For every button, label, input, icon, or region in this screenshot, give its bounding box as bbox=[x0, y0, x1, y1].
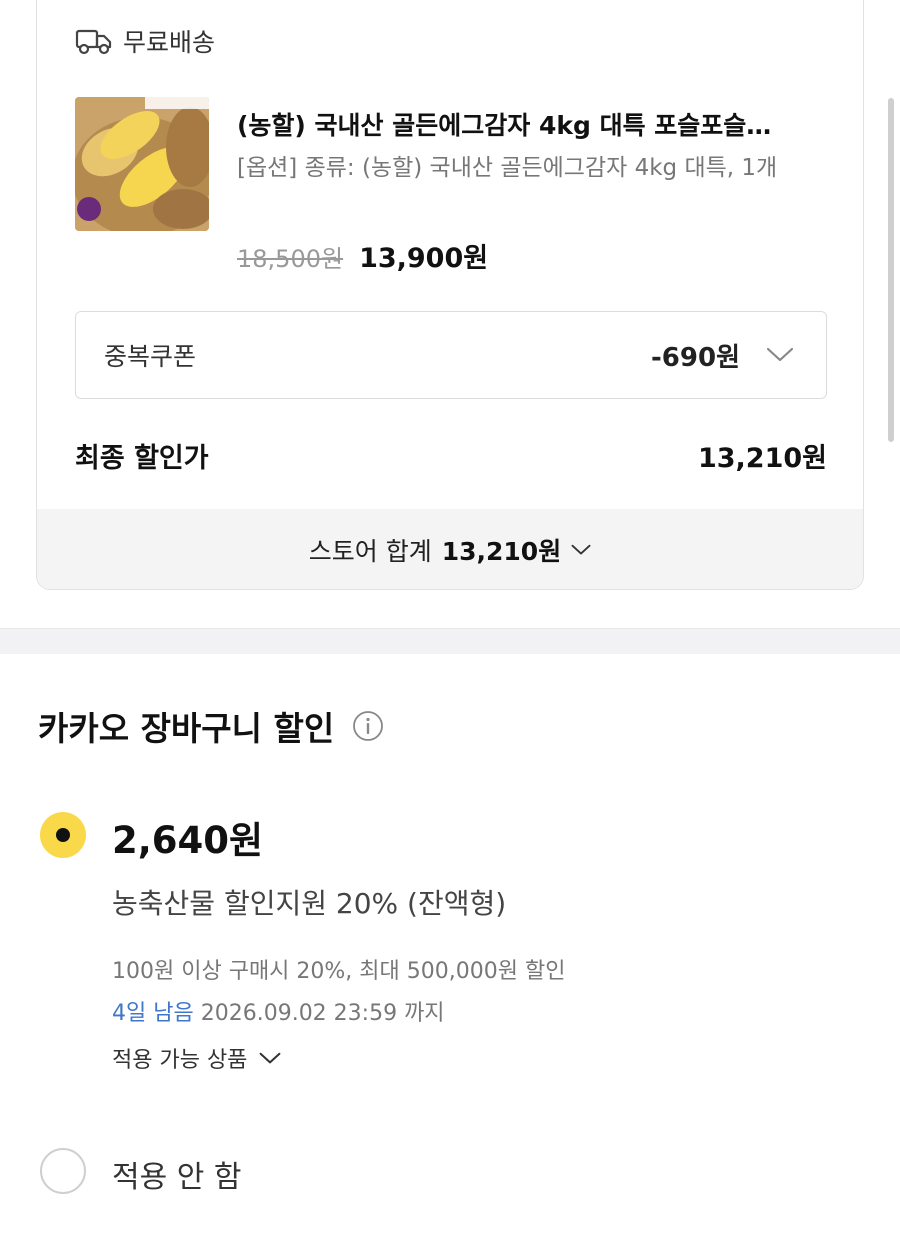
chevron-down-icon bbox=[571, 544, 591, 555]
shipping-label: 무료배송 bbox=[123, 28, 216, 57]
truck-icon bbox=[75, 29, 112, 55]
coupon-value: -690원 bbox=[651, 342, 740, 373]
discount-amount: 2,640원 bbox=[112, 819, 264, 862]
no-apply-label: 적용 안 함 bbox=[112, 1160, 242, 1195]
store-total-toggle[interactable]: 스토어 합계 13,210원 bbox=[37, 509, 863, 589]
kakao-discount-header: 카카오 장바구니 할인 bbox=[38, 702, 384, 750]
radio-dot bbox=[56, 828, 70, 842]
sale-price: 13,900원 bbox=[359, 243, 489, 274]
original-price: 18,500원 bbox=[237, 245, 344, 273]
duplicate-coupon-select[interactable]: 중복쿠폰 -690원 bbox=[75, 311, 827, 399]
radio-unselected[interactable] bbox=[40, 1148, 86, 1194]
shipping-info: 무료배송 bbox=[75, 23, 215, 59]
remaining-days: 4일 남음 bbox=[112, 1001, 194, 1026]
chevron-down-icon bbox=[766, 347, 794, 362]
product-image[interactable] bbox=[75, 97, 209, 231]
store-total-label: 스토어 합계 bbox=[308, 537, 432, 566]
product-option: [옵션] 종류: (농할) 국내산 골든에그감자 4kg 대특, 1개 bbox=[237, 155, 778, 181]
expiry-date: 2026.09.02 23:59 까지 bbox=[200, 1001, 445, 1026]
coupon-label: 중복쿠폰 bbox=[104, 342, 197, 371]
kakao-discount-title: 카카오 장바구니 할인 bbox=[38, 709, 335, 748]
final-price-row: 최종 할인가 13,210원 bbox=[75, 436, 827, 475]
final-price-label: 최종 할인가 bbox=[75, 443, 209, 474]
chevron-down-icon bbox=[259, 1052, 281, 1063]
section-divider bbox=[0, 628, 900, 654]
discount-name: 농축산물 할인지원 20% (잔액형) bbox=[112, 887, 507, 920]
potato-product-image bbox=[75, 97, 209, 231]
info-icon[interactable] bbox=[352, 710, 384, 742]
discount-condition: 100원 이상 구매시 20%, 최대 500,000원 할인 bbox=[112, 959, 566, 984]
scrollbar[interactable] bbox=[888, 98, 894, 442]
applicable-products-toggle[interactable]: 적용 가능 상품 bbox=[112, 1042, 281, 1074]
radio-selected[interactable] bbox=[40, 812, 86, 858]
price-row: 18,500원 13,900원 bbox=[237, 236, 488, 275]
product-title[interactable]: (농할) 국내산 골든에그감자 4kg 대특 포슬포슬… bbox=[237, 106, 837, 142]
store-total-value: 13,210원 bbox=[441, 537, 562, 566]
final-price-value: 13,210원 bbox=[697, 443, 827, 474]
discount-expiry: 4일 남음 2026.09.02 23:59 까지 bbox=[112, 995, 445, 1027]
coupon-value-group: -690원 bbox=[651, 337, 794, 374]
store-card: 무료배송 (농할) 국내산 골든에그감자 4kg 대특 포슬포슬… [옵션] 종… bbox=[36, 0, 864, 590]
applicable-products-label: 적용 가능 상품 bbox=[112, 1048, 248, 1073]
discount-option-none: 적용 안 함 bbox=[38, 1146, 858, 1196]
